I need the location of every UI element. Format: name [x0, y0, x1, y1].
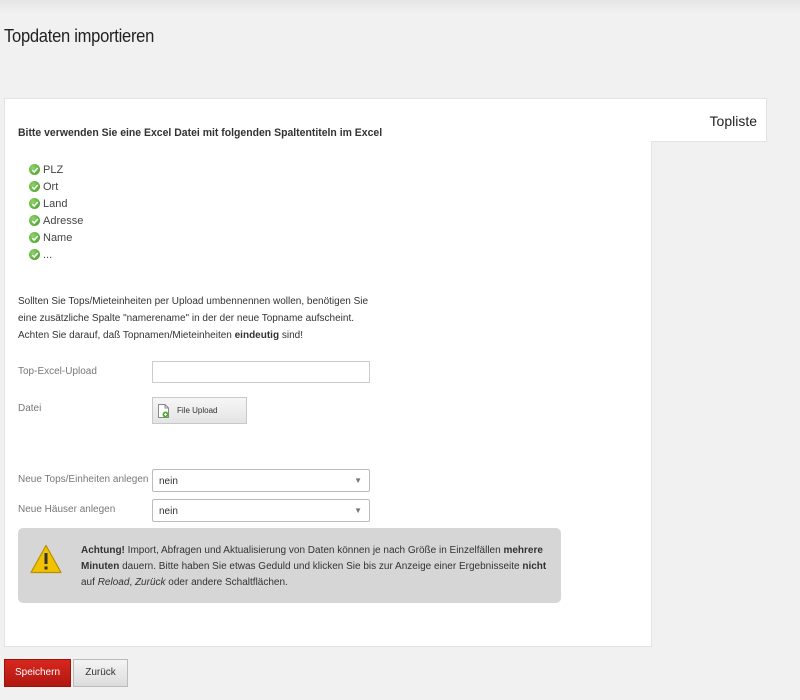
rename-note-end: sind! — [279, 330, 303, 341]
column-name: Name — [43, 231, 73, 244]
dropdown-arrow-icon: ▼ — [354, 476, 362, 485]
check-icon — [29, 215, 40, 226]
warning-title: Achtung! — [81, 545, 125, 556]
top-excel-upload-input[interactable] — [152, 361, 370, 383]
list-item: Ort — [29, 178, 83, 195]
neue-haeuser-value: nein — [159, 506, 178, 517]
warning-box: Achtung! Import, Abfragen und Aktualisie… — [18, 528, 561, 603]
column-list: PLZ Ort Land Adresse Name ... — [29, 161, 83, 263]
column-name: ... — [43, 248, 53, 261]
column-name: Ort — [43, 180, 59, 193]
datei-label: Datei — [18, 403, 42, 414]
warning-text-part: Import, Abfragen und Aktualisierung von … — [124, 545, 504, 556]
neue-tops-value: nein — [159, 476, 178, 487]
list-item: Adresse — [29, 212, 83, 229]
tab-topliste[interactable]: Topliste — [651, 98, 767, 142]
column-name: Land — [43, 197, 68, 210]
list-item: ... — [29, 246, 83, 263]
neue-tops-select[interactable]: nein ▼ — [152, 469, 370, 492]
check-icon — [29, 249, 40, 260]
page-title: Topdaten importieren — [4, 26, 155, 46]
rename-note-emphasis: eindeutig — [234, 330, 280, 341]
top-excel-upload-label: Top-Excel-Upload — [18, 366, 97, 377]
warning-text-part: auf — [81, 577, 98, 588]
column-name: Adresse — [43, 214, 84, 227]
neue-tops-label: Neue Tops/Einheiten anlegen — [18, 474, 149, 485]
check-icon — [29, 232, 40, 243]
warning-text: Achtung! Import, Abfragen und Aktualisie… — [81, 543, 551, 591]
file-upload-label: File Upload — [177, 406, 218, 415]
file-add-icon — [158, 403, 169, 418]
list-item: PLZ — [29, 161, 83, 178]
check-icon — [29, 181, 40, 192]
check-icon — [29, 164, 40, 175]
intro-text: Bitte verwenden Sie eine Excel Datei mit… — [18, 127, 383, 139]
neue-haeuser-label: Neue Häuser anlegen — [18, 504, 116, 515]
save-button[interactable]: Speichern — [4, 659, 71, 687]
warning-icon — [30, 544, 62, 574]
dropdown-arrow-icon: ▼ — [354, 506, 362, 515]
column-name: PLZ — [43, 163, 64, 176]
back-button[interactable]: Zurück — [73, 659, 128, 687]
rename-note-text: Sollten Sie Tops/Mieteinheiten per Uploa… — [18, 296, 369, 341]
warning-italic: Zurück — [134, 577, 166, 588]
warning-emphasis: nicht — [522, 561, 547, 572]
rename-note: Sollten Sie Tops/Mieteinheiten per Uploa… — [18, 293, 378, 344]
neue-haeuser-select[interactable]: nein ▼ — [152, 499, 370, 522]
check-icon — [29, 198, 40, 209]
file-upload-button[interactable]: File Upload — [152, 397, 247, 424]
warning-text-part: dauern. Bitte haben Sie etwas Geduld und… — [119, 561, 523, 572]
warning-text-part: oder andere Schaltflächen. — [165, 577, 288, 588]
list-item: Land — [29, 195, 83, 212]
warning-italic: Reload — [97, 577, 130, 588]
top-bar — [0, 0, 800, 14]
list-item: Name — [29, 229, 83, 246]
